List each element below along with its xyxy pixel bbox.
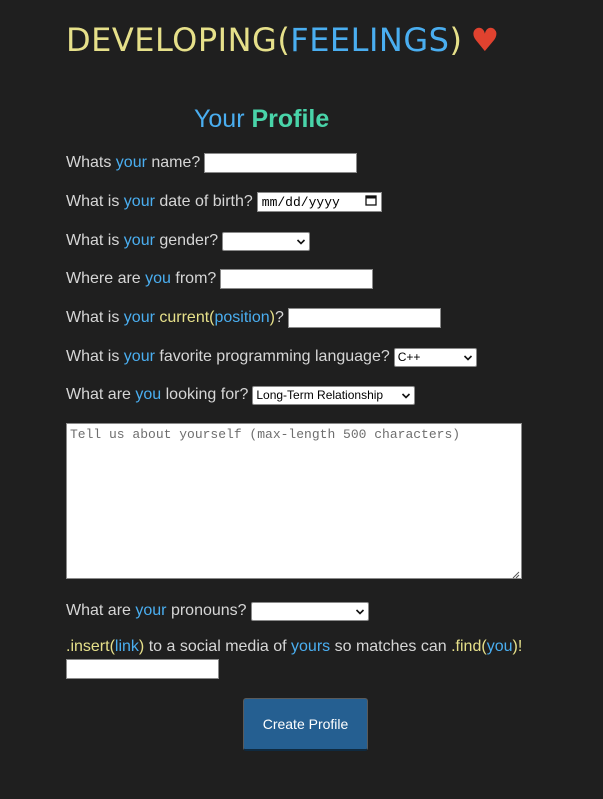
label-text: so matches can [334, 638, 447, 655]
label-text: What is [66, 309, 120, 326]
label-text: ? [274, 309, 284, 326]
name-label: Whats your name? [66, 154, 200, 172]
pronouns-select[interactable] [250, 601, 369, 621]
label-text: Where are [66, 270, 141, 287]
gender-label: What is your gender? [66, 232, 218, 250]
name-row: Whats your name? [66, 152, 358, 174]
label-keyword: you [145, 270, 171, 287]
label-text: to a social media of [148, 638, 287, 655]
chevron-down-icon [355, 606, 365, 616]
label-text: favorite programming language? [159, 348, 390, 365]
label-text: gender? [159, 232, 219, 249]
position-input[interactable] [287, 308, 441, 328]
label-text: name? [151, 154, 201, 171]
dob-input[interactable]: mm/dd/yyyy [256, 192, 382, 212]
label-text: What are [66, 386, 131, 403]
label-keyword: you [135, 386, 162, 403]
label-function: .find( [451, 638, 487, 655]
bio-placeholder: Tell us about yourself (max-length 500 c… [70, 427, 461, 442]
title-highlight: Profile [251, 105, 330, 133]
label-keyword: your [123, 232, 155, 249]
dob-label: What is your date of birth? [66, 193, 253, 211]
label-text: What is [66, 348, 120, 365]
logo-text-developing: DEVELOPING( [66, 21, 291, 59]
label-text: What is [66, 193, 120, 210]
position-row: What is your current(position)? [66, 307, 441, 329]
from-input[interactable] [220, 269, 374, 289]
resize-grip-icon[interactable] [511, 568, 520, 579]
pronouns-row: What are your pronouns? [66, 600, 369, 622]
label-text: Whats [66, 154, 112, 171]
label-argument: position [214, 309, 270, 326]
label-text: from? [175, 270, 217, 287]
title-prefix: Your [194, 105, 245, 133]
dob-placeholder: mm/dd/yyyy [261, 194, 340, 210]
language-row: What is your favorite programming langua… [66, 346, 477, 368]
chevron-down-icon [401, 390, 411, 400]
looking-selected-value: Long-Term Relationship [256, 388, 384, 402]
label-argument: you [486, 638, 513, 655]
gender-select[interactable] [222, 231, 311, 251]
bio-textarea[interactable]: Tell us about yourself (max-length 500 c… [66, 423, 522, 579]
label-text: pronouns? [170, 602, 247, 619]
chevron-down-icon [296, 236, 306, 246]
looking-select[interactable]: Long-Term Relationship [252, 385, 416, 405]
label-text: What is [66, 232, 120, 249]
dob-row: What is your date of birth? mm/dd/yyyy [66, 191, 382, 213]
name-input[interactable] [204, 153, 358, 173]
label-text: looking for? [165, 386, 249, 403]
looking-label: What are you looking for? [66, 386, 248, 404]
heart-icon: ♥ [470, 21, 500, 59]
label-function-close: ) [138, 638, 145, 655]
create-profile-button[interactable]: Create Profile [243, 698, 368, 751]
site-logo: DEVELOPING(FEELINGS) ♥ [66, 20, 500, 60]
label-text: What are [66, 602, 131, 619]
logo-text-feelings: FEELINGS [290, 21, 450, 59]
calendar-icon[interactable] [365, 194, 377, 210]
language-label: What is your favorite programming langua… [66, 348, 390, 366]
label-keyword: your [123, 348, 155, 365]
label-keyword: your [123, 309, 155, 326]
logo-text-close: ) [449, 21, 463, 59]
label-function-close: )! [512, 638, 523, 655]
position-label: What is your current(position)? [66, 309, 284, 327]
from-row: Where are you from? [66, 268, 374, 290]
label-text: date of birth? [159, 193, 253, 210]
label-keyword: yours [291, 638, 331, 655]
social-label: .insert(link) to a social media of yours… [66, 638, 522, 656]
language-select[interactable]: C++ [393, 347, 477, 367]
chevron-down-icon [463, 352, 473, 362]
label-argument: link [114, 638, 139, 655]
label-keyword: your [115, 154, 147, 171]
from-label: Where are you from? [66, 270, 216, 288]
social-link-input[interactable] [66, 659, 219, 679]
pronouns-label: What are your pronouns? [66, 602, 247, 620]
label-keyword: your [135, 602, 167, 619]
label-keyword: your [123, 193, 155, 210]
label-function: .insert( [66, 638, 115, 655]
label-function: current( [159, 309, 215, 326]
language-selected-value: C++ [397, 350, 421, 364]
looking-row: What are you looking for? Long-Term Rela… [66, 384, 416, 406]
page-title: Your Profile [194, 105, 329, 134]
gender-row: What is your gender? [66, 230, 311, 252]
